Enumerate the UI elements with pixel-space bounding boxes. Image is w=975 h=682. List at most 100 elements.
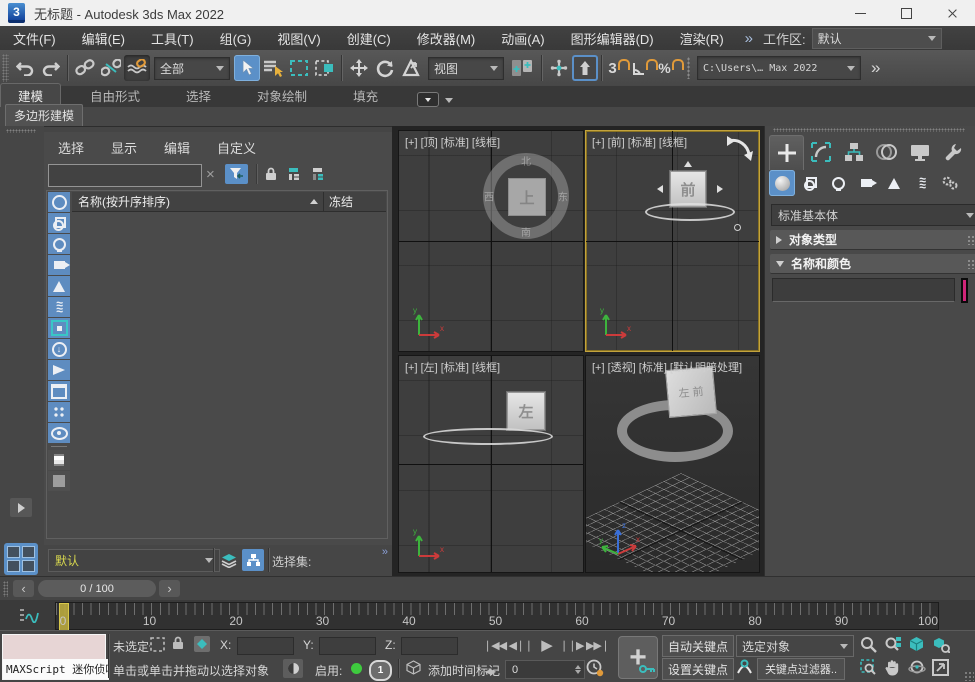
key-mode-dropdown[interactable]: 选定对象 [736, 635, 854, 657]
set-key-button[interactable]: 设置关键点 [662, 658, 734, 680]
explorer-menu-display[interactable]: 显示 [111, 138, 137, 157]
rollout-name-and-color[interactable]: 名称和颜色 [770, 254, 975, 274]
window-crossing-toggle-button[interactable] [312, 55, 338, 81]
explorer-filter-button[interactable] [225, 164, 248, 184]
maxscript-mini-listener[interactable] [2, 634, 106, 660]
spinner-icon[interactable] [575, 665, 584, 674]
menu-file[interactable]: 文件(F) [0, 29, 69, 48]
viewcube-face-left[interactable]: 左 [678, 384, 690, 401]
rectangular-selection-region-button[interactable] [286, 55, 312, 81]
x-coordinate-field[interactable] [237, 637, 294, 655]
display-particles-toggle[interactable] [48, 402, 70, 422]
window-resize-grip[interactable] [964, 671, 974, 681]
collapse-hierarchy-button[interactable] [310, 165, 328, 183]
menu-animation[interactable]: 动画(A) [488, 29, 557, 48]
panel-drag-handle[interactable] [3, 581, 8, 597]
zoom-region-button[interactable] [860, 659, 877, 676]
ribbon-tab-selection[interactable]: 选择 [169, 84, 228, 107]
menu-overflow-icon[interactable]: » [745, 30, 751, 47]
previous-frame-button[interactable]: ‹ [13, 580, 34, 597]
viewcube-top[interactable]: 上 北 南 西 东 [483, 153, 569, 239]
sort-mode-button[interactable] [48, 450, 70, 470]
key-mode-toggle[interactable]: ◀▶ [481, 661, 499, 681]
play-button[interactable]: ▶ [535, 635, 558, 655]
viewcube-front[interactable]: 前 [645, 163, 735, 227]
layers-button[interactable] [218, 549, 240, 571]
select-and-manipulate-button[interactable] [546, 55, 572, 81]
category-lights[interactable] [825, 170, 851, 196]
category-helpers[interactable] [881, 170, 907, 196]
toolbar-overflow-icon[interactable]: » [871, 58, 877, 78]
time-slider[interactable]: 0 / 100 [38, 580, 156, 597]
menu-create[interactable]: 创建(C) [334, 29, 404, 48]
row-overflow-icon[interactable]: » [382, 546, 386, 558]
mini-curve-editor-icon[interactable] [18, 608, 40, 623]
viewport-top-label[interactable]: [+] [顶] [标准] [线框] [405, 134, 500, 150]
key-filters-button[interactable]: 关键点过滤器.. [757, 658, 845, 680]
key-filters-icon-button[interactable] [736, 659, 753, 675]
menu-modifiers[interactable]: 修改器(M) [404, 29, 489, 48]
panel-drag-handle[interactable] [6, 129, 36, 133]
preset-dropdown[interactable]: 默认 [48, 549, 220, 572]
absolute-mode-toggle[interactable] [194, 636, 210, 652]
unlink-selection-button[interactable] [98, 55, 124, 81]
menu-graph-editors[interactable]: 图形编辑器(D) [558, 29, 667, 48]
z-coordinate-field[interactable] [401, 637, 458, 655]
viewport-layout-button[interactable] [4, 543, 38, 575]
display-shapes-toggle[interactable] [48, 213, 70, 233]
zoom-extents-all-button[interactable] [932, 636, 950, 653]
viewcube-face-front[interactable]: 前 [692, 383, 704, 400]
undo-button[interactable] [12, 55, 38, 81]
use-pivot-point-center-button[interactable] [508, 55, 538, 81]
expand-hierarchy-button[interactable] [286, 165, 304, 183]
menu-group[interactable]: 组(G) [207, 29, 265, 48]
snaps-toggle-3d-button[interactable]: 3 [606, 55, 632, 81]
display-hidden-toggle[interactable] [48, 423, 70, 443]
selection-region-icon[interactable] [150, 637, 165, 652]
viewcube-compass-ring-icon[interactable] [423, 428, 553, 445]
column-header-name[interactable]: 名称(按升序排序) [72, 192, 323, 211]
viewcube-home-icon[interactable] [734, 224, 741, 231]
project-folder-dropdown[interactable]: C:\Users\… Max 2022 [697, 56, 861, 80]
tab-create[interactable] [769, 135, 804, 170]
viewport-top[interactable]: [+] [顶] [标准] [线框] 上 北 南 西 东 yx [398, 130, 584, 352]
selection-lock-toggle[interactable] [172, 636, 184, 650]
tab-motion[interactable] [870, 135, 903, 169]
auto-key-button[interactable]: 自动关键点 [662, 635, 734, 657]
rollout-object-type[interactable]: 对象类型 [770, 230, 975, 250]
display-containers-toggle[interactable]: ↓ [48, 339, 70, 359]
explorer-search-input[interactable] [48, 164, 202, 187]
display-cameras-toggle[interactable] [48, 255, 70, 275]
explorer-menu-edit[interactable]: 编辑 [164, 138, 190, 157]
select-and-rotate-button[interactable] [372, 55, 398, 81]
menu-edit[interactable]: 编辑(E) [69, 29, 138, 48]
reference-coordinate-dropdown[interactable]: 视图 [428, 57, 504, 80]
tab-utilities[interactable] [936, 135, 969, 169]
tab-display[interactable] [903, 135, 936, 169]
minimize-button[interactable] [837, 0, 883, 26]
category-shapes[interactable] [797, 170, 823, 196]
viewport-perspective[interactable]: [+] [透视] [标准] [默认明暗处理] 左 前 zxy [585, 355, 760, 573]
viewcube-face-front[interactable]: 前 [670, 171, 706, 207]
select-by-name-button[interactable] [260, 55, 286, 81]
viewport-left[interactable]: [+] [左] [标准] [线框] 左 yx [398, 355, 584, 573]
angle-snap-toggle-button[interactable] [632, 55, 658, 81]
zoom-all-button[interactable] [884, 636, 902, 653]
pan-button[interactable] [884, 659, 900, 676]
lock-explorer-button[interactable] [262, 165, 280, 183]
object-color-swatch[interactable] [961, 278, 968, 303]
ribbon-subtab-polygon-modeling[interactable]: 多边形建模 [5, 104, 83, 126]
object-category-dropdown[interactable]: 标准基本体 [771, 204, 975, 226]
material-swatch-cell[interactable] [48, 471, 70, 491]
ribbon-options-arrow-icon[interactable] [445, 98, 453, 103]
next-key-button[interactable]: ❘❘▶ [560, 635, 583, 655]
viewcube-up-arrow-icon[interactable] [684, 161, 692, 167]
display-lights-toggle[interactable] [48, 234, 70, 254]
select-and-move-button[interactable] [346, 55, 372, 81]
workspace-dropdown[interactable]: 默认 [812, 28, 942, 49]
y-coordinate-field[interactable] [319, 637, 376, 655]
viewport-left-label[interactable]: [+] [左] [标准] [线框] [405, 359, 500, 375]
menu-tools[interactable]: 工具(T) [138, 29, 207, 48]
ribbon-tab-object-paint[interactable]: 对象绘制 [240, 84, 324, 107]
display-bones-toggle[interactable] [48, 360, 70, 380]
